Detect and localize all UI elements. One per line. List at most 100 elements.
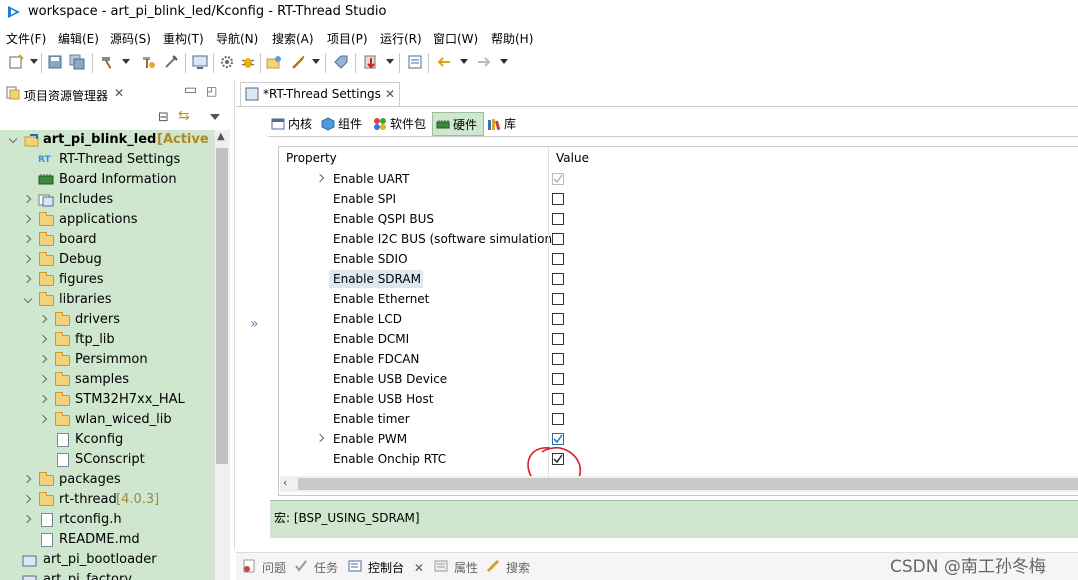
chevron-right-icon[interactable] [38,334,48,344]
table-row-sdram[interactable]: Enable SDRAM [279,269,1078,289]
maximize-icon[interactable]: ◰ [206,84,217,98]
build-dropdown-arrow[interactable] [122,59,130,64]
tab-components[interactable]: 组件 [318,112,370,136]
forward-arrow-icon[interactable] [476,54,492,70]
download-rocket-icon[interactable] [290,54,306,70]
link-editor-icon[interactable]: ⇆ [178,108,190,124]
column-header-value[interactable]: Value [556,151,589,165]
spi-checkbox[interactable] [552,193,564,205]
table-row-usb-device[interactable]: Enable USB Device [279,369,1078,389]
tab-properties[interactable]: 属性 [434,559,478,576]
menu-run[interactable]: 运行(R) [380,30,422,47]
tag-icon[interactable] [333,54,349,70]
table-horizontal-scroll-thumb[interactable] [298,478,1078,490]
save-all-icon[interactable] [69,54,85,70]
chevron-right-icon[interactable] [38,394,48,404]
back-dropdown-arrow[interactable] [460,59,468,64]
console-icon[interactable] [407,54,423,70]
close-icon[interactable]: ✕ [414,561,424,575]
open-folder-icon[interactable] [266,54,282,70]
tab-problems[interactable]: 问题 [242,559,286,576]
chevron-right-icon[interactable] [22,474,32,484]
tab-tasks[interactable]: 任务 [294,559,338,576]
menu-search[interactable]: 搜索(A) [272,30,314,47]
menu-refactor[interactable]: 重构(T) [163,30,204,47]
table-row-sdio[interactable]: Enable SDIO [279,249,1078,269]
chevron-right-icon[interactable] [22,214,32,224]
tab-kernel[interactable]: 内核 [268,112,318,136]
scroll-up-icon[interactable]: ▲ [217,131,225,142]
chevron-right-icon[interactable] [22,514,32,524]
chevron-right-icon[interactable] [22,254,32,264]
table-row-pwm[interactable]: Enable PWM [279,429,1078,449]
chevron-right-icon[interactable] [315,173,325,183]
chevron-right-icon[interactable] [38,314,48,324]
menu-source[interactable]: 源码(S) [110,30,151,47]
table-row-ethernet[interactable]: Enable Ethernet [279,289,1078,309]
close-icon[interactable]: ✕ [114,86,124,100]
table-row-spi[interactable]: Enable SPI [279,189,1078,209]
table-row-usb-host[interactable]: Enable USB Host [279,389,1078,409]
table-row-dcmi[interactable]: Enable DCMI [279,329,1078,349]
collapse-all-icon[interactable]: ⊟ [158,110,169,125]
tab-search[interactable]: 搜索 [486,559,530,576]
tree-item-project[interactable]: art_pi_blink_led [Active - [0,130,214,150]
table-row-onchip-rtc[interactable]: Enable Onchip RTC [279,449,1078,469]
menu-navigate[interactable]: 导航(N) [216,30,258,47]
flash-dropdown-arrow[interactable] [386,59,394,64]
back-arrow-icon[interactable] [436,54,452,70]
project-explorer-tab[interactable]: 项目资源管理器 ✕ ▭ ◰ [0,82,232,106]
tab-packages[interactable]: 软件包 [370,112,432,136]
chevron-down-icon[interactable] [23,294,33,304]
clean-icon[interactable] [163,54,179,70]
table-row-qspi[interactable]: Enable QSPI BUS [279,209,1078,229]
new-dropdown-arrow[interactable] [30,59,38,64]
chevron-right-icon[interactable] [22,274,32,284]
close-icon[interactable]: ✕ [385,87,395,101]
fdcan-checkbox[interactable] [552,353,564,365]
chevron-right-icon[interactable] [38,374,48,384]
tab-console[interactable]: 控制台 ✕ [348,559,424,576]
usb-device-checkbox[interactable] [552,373,564,385]
menu-project[interactable]: 项目(P) [327,30,368,47]
menu-edit[interactable]: 编辑(E) [58,30,99,47]
i2c-checkbox[interactable] [552,233,564,245]
table-row-i2c[interactable]: Enable I2C BUS (software simulation) [279,229,1078,249]
download-dropdown-arrow[interactable] [312,59,320,64]
menu-help[interactable]: 帮助(H) [491,30,533,47]
table-row-lcd[interactable]: Enable LCD [279,309,1078,329]
project-tree-scroll-thumb[interactable] [216,148,228,464]
view-menu-icon[interactable] [210,114,220,120]
tab-hardware[interactable]: 硬件 [432,112,484,136]
chevron-right-icon[interactable] [38,414,48,424]
terminal-icon[interactable] [192,54,208,70]
settings-gear-icon[interactable] [219,54,235,70]
table-row-fdcan[interactable]: Enable FDCAN [279,349,1078,369]
save-icon[interactable] [47,54,63,70]
flash-download-icon[interactable] [363,54,379,70]
editor-tab-rt-thread-settings[interactable]: *RT-Thread Settings ✕ [240,82,400,106]
qspi-checkbox[interactable] [552,213,564,225]
chevron-right-icon[interactable] [315,433,325,443]
sdram-checkbox[interactable] [552,273,564,285]
table-row-timer[interactable]: Enable timer [279,409,1078,429]
chevron-right-icon[interactable] [22,494,32,504]
ethernet-checkbox[interactable] [552,293,564,305]
minimize-icon[interactable]: ▭ [184,82,197,98]
tab-libraries[interactable]: 库 [484,112,524,136]
timer-checkbox[interactable] [552,413,564,425]
menu-file[interactable]: 文件(F) [6,30,46,47]
forward-dropdown-arrow[interactable] [500,59,508,64]
sdio-checkbox[interactable] [552,253,564,265]
dcmi-checkbox[interactable] [552,333,564,345]
chevron-right-icon[interactable] [38,354,48,364]
debug-bug-icon[interactable] [240,54,256,70]
uart-checkbox[interactable] [552,173,564,185]
usb-host-checkbox[interactable] [552,393,564,405]
scroll-left-icon[interactable]: ‹ [283,476,287,489]
lcd-checkbox[interactable] [552,313,564,325]
rebuild-icon[interactable] [140,54,156,70]
new-icon[interactable] [8,54,24,70]
chevron-right-icon[interactable] [22,194,32,204]
expand-panel-icon[interactable]: » [250,316,259,332]
